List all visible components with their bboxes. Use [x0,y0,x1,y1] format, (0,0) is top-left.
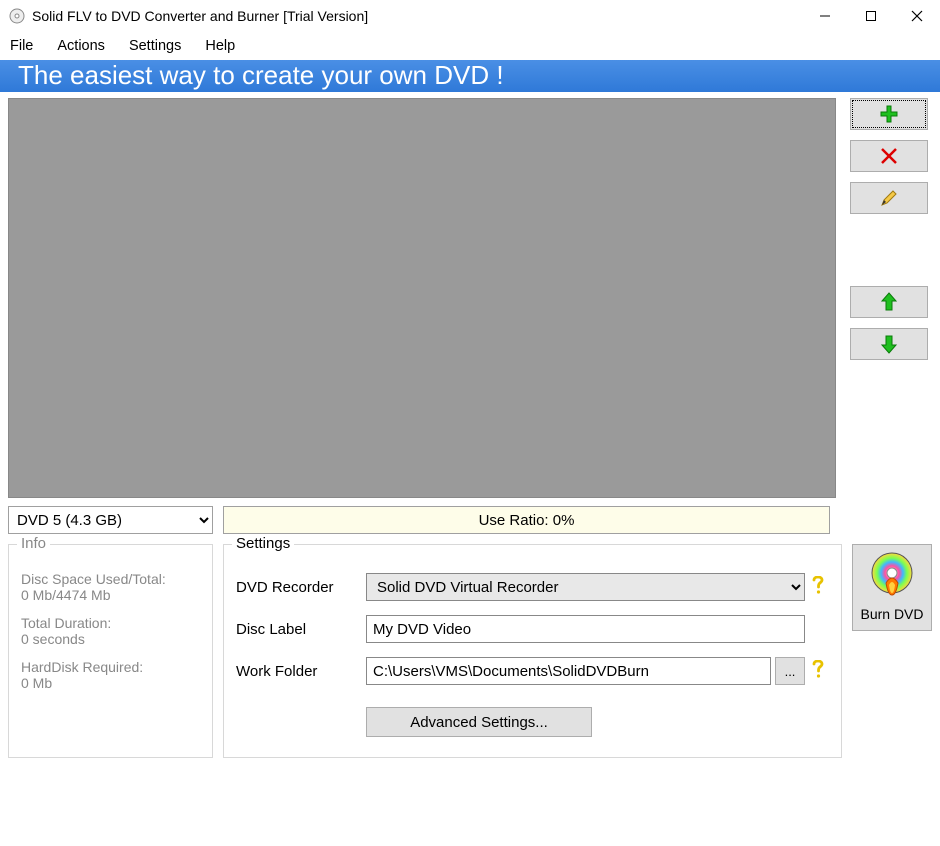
move-down-button[interactable] [850,328,928,360]
remove-button[interactable] [850,140,928,172]
info-panel: Info Disc Space Used/Total: 0 Mb/4474 Mb… [8,544,213,758]
burn-panel: Burn DVD [852,544,932,758]
burn-dvd-label: Burn DVD [860,606,923,622]
window-title: Solid FLV to DVD Converter and Burner [T… [32,8,802,24]
maximize-button[interactable] [848,1,894,31]
settings-panel-title: Settings [232,535,294,552]
info-panel-title: Info [17,535,50,552]
settings-panel: Settings DVD Recorder Solid DVD Virtual … [223,544,842,758]
browse-button[interactable]: ... [775,657,805,685]
edit-button[interactable] [850,182,928,214]
disc-label-label: Disc Label [236,621,366,638]
disc-space-value: 0 Mb/4474 Mb [21,587,200,603]
disc-type-select[interactable]: DVD 5 (4.3 GB) [8,506,213,534]
help-icon[interactable] [811,660,829,683]
use-ratio-bar: Use Ratio: 0% [223,506,830,534]
help-icon[interactable] [811,576,829,599]
app-icon [8,7,26,25]
harddisk-label: HardDisk Required: [21,659,200,675]
disc-space-label: Disc Space Used/Total: [21,571,200,587]
work-folder-input[interactable] [366,657,771,685]
menu-file[interactable]: File [10,38,33,54]
minimize-button[interactable] [802,1,848,31]
side-toolbar [846,98,932,498]
duration-value: 0 seconds [21,631,200,647]
disc-icon [868,551,916,602]
advanced-settings-button[interactable]: Advanced Settings... [366,707,592,737]
work-folder-label: Work Folder [236,663,366,680]
menu-help[interactable]: Help [205,38,235,54]
close-button[interactable] [894,1,940,31]
title-bar: Solid FLV to DVD Converter and Burner [T… [0,0,940,32]
duration-label: Total Duration: [21,615,200,631]
dvd-recorder-select[interactable]: Solid DVD Virtual Recorder [366,573,805,601]
banner: The easiest way to create your own DVD ! [0,60,940,92]
move-up-button[interactable] [850,286,928,318]
menu-bar: File Actions Settings Help [0,32,940,60]
menu-settings[interactable]: Settings [129,38,181,54]
disc-label-input[interactable] [366,615,805,643]
harddisk-value: 0 Mb [21,675,200,691]
menu-actions[interactable]: Actions [57,38,105,54]
dvd-recorder-label: DVD Recorder [236,579,366,596]
burn-dvd-button[interactable]: Burn DVD [852,544,932,631]
add-button[interactable] [850,98,928,130]
file-list-area[interactable] [8,98,836,498]
